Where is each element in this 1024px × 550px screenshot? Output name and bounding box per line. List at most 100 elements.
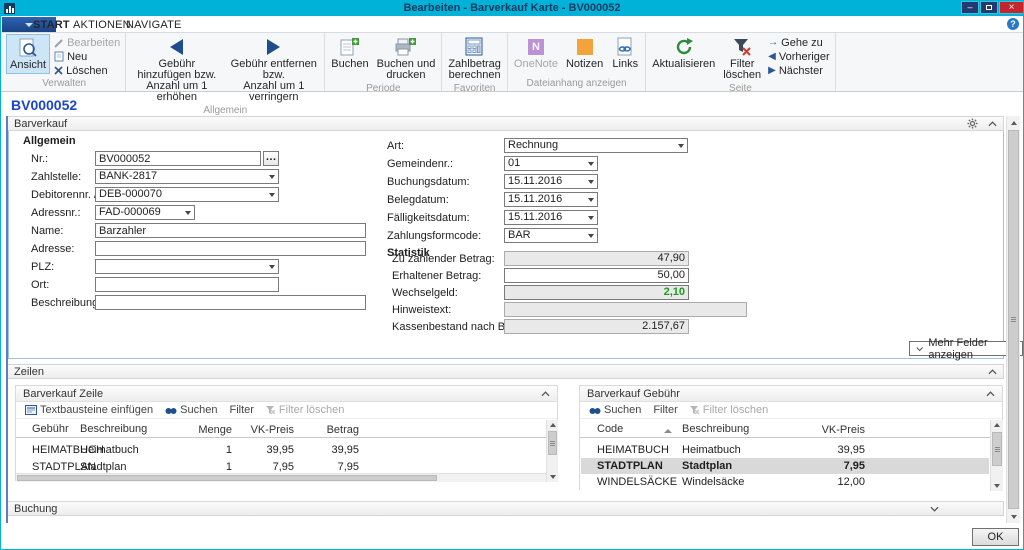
suchen-button[interactable]: Suchen xyxy=(161,404,221,416)
scrollbar-thumb[interactable] xyxy=(1008,130,1019,509)
filter-button[interactable]: Filter xyxy=(225,404,257,416)
ribbon: Ansicht Bearbeiten Neu Löschen xyxy=(1,33,1023,92)
ansicht-button[interactable]: Ansicht xyxy=(6,34,50,74)
onenote-button[interactable]: N OneNote xyxy=(511,34,561,72)
adressnr-combobox[interactable]: FAD-000069 xyxy=(95,205,195,220)
scroll-up-arrow[interactable] xyxy=(547,420,558,430)
ribbon-group-dateianhang: N OneNote Notizen Links Dateianhang anze… xyxy=(508,33,646,91)
name-label: Name: xyxy=(31,224,63,238)
minimize-button[interactable]: – xyxy=(961,1,979,14)
ok-button[interactable]: OK xyxy=(972,528,1019,546)
naechster-button[interactable]: ▶ Nächster xyxy=(766,64,831,77)
column-header-beschreibung[interactable]: Beschreibung xyxy=(682,423,749,435)
collapse-chevron-down-icon[interactable] xyxy=(930,506,939,512)
collapse-chevron-up-icon[interactable] xyxy=(541,391,550,397)
debitor-combobox[interactable]: DEB-000070 xyxy=(95,187,279,202)
name-field[interactable] xyxy=(95,223,366,238)
links-button[interactable]: Links xyxy=(608,34,642,72)
chevron-down-icon xyxy=(584,234,597,238)
vorheriger-button[interactable]: ◀ Vorheriger xyxy=(766,50,831,63)
zahlbetrag-berechnen-button[interactable]: Zahlbetrag berechnen xyxy=(445,34,504,83)
filter-button[interactable]: Filter xyxy=(649,404,681,416)
scrollbar-thumb[interactable] xyxy=(17,475,437,481)
fasttab-barverkauf-header[interactable]: Barverkauf xyxy=(8,116,1004,131)
scrollbar-thumb[interactable] xyxy=(548,431,557,455)
nr-assist-button[interactable]: … xyxy=(263,151,279,166)
table-vertical-scrollbar[interactable] xyxy=(546,420,558,482)
plz-combobox[interactable] xyxy=(95,259,279,274)
gebuehr-entfernen-button[interactable]: Gebühr entfernen bzw. Anzahl um 1 verrin… xyxy=(226,34,321,105)
collapse-chevron-up-icon[interactable] xyxy=(986,391,995,397)
collapse-chevron-up-icon[interactable] xyxy=(988,121,997,127)
gebuehr-hinzufuegen-button[interactable]: Gebühr hinzufügen bzw. Anzahl um 1 erhöh… xyxy=(129,34,224,105)
scroll-up-arrow[interactable] xyxy=(1007,116,1020,129)
textbausteine-einfuegen-button[interactable]: Textbausteine einfügen xyxy=(21,404,157,416)
barverkauf-gebuehr-header[interactable]: Barverkauf Gebühr xyxy=(580,386,1002,402)
chevron-down-icon xyxy=(25,23,33,27)
go-to-arrow-icon: → xyxy=(768,38,778,48)
zahlungsformcode-combobox[interactable]: BAR xyxy=(504,228,598,243)
column-header-betrag[interactable]: Betrag xyxy=(309,423,359,438)
view-magnifier-icon xyxy=(19,37,37,59)
gear-icon[interactable] xyxy=(967,118,978,129)
neu-button[interactable]: Neu xyxy=(52,50,122,63)
column-header-beschreibung[interactable]: Beschreibung xyxy=(80,423,147,435)
gehe-zu-button[interactable]: → Gehe zu xyxy=(766,36,831,49)
column-header-menge[interactable]: Menge xyxy=(182,423,232,438)
plz-label: PLZ: xyxy=(31,260,54,274)
section-buchung-header[interactable]: Buchung xyxy=(8,501,1004,516)
belegdatum-picker[interactable]: 15.11.2016 xyxy=(504,192,598,207)
scroll-down-arrow[interactable] xyxy=(991,481,1003,491)
left-triangle-icon xyxy=(170,36,183,58)
clear-filter-icon xyxy=(690,406,700,415)
wechselgeld-label: Wechselgeld: xyxy=(392,286,458,300)
restore-button[interactable] xyxy=(980,1,998,14)
bearbeiten-button[interactable]: Bearbeiten xyxy=(52,36,122,49)
column-header-gebuehr[interactable]: Gebühr xyxy=(32,423,69,435)
filter-loeschen-button[interactable]: Filter löschen xyxy=(262,404,348,416)
buchen-button[interactable]: Buchen xyxy=(328,34,371,72)
chevron-down-icon xyxy=(584,198,597,202)
table-horizontal-scrollbar[interactable] xyxy=(16,473,546,482)
adresse-field[interactable] xyxy=(95,241,366,256)
barverkauf-zeile-header[interactable]: Barverkauf Zeile xyxy=(16,386,557,402)
buchen-und-drucken-button[interactable]: Buchen und drucken xyxy=(374,34,439,83)
column-header-vk-preis[interactable]: VK-Preis xyxy=(815,423,865,438)
art-combobox[interactable]: Rechnung xyxy=(504,138,688,153)
scroll-down-arrow[interactable] xyxy=(1007,510,1020,523)
faelligkeitsdatum-picker[interactable]: 15.11.2016 xyxy=(504,210,598,225)
tab-aktionen[interactable]: AKTIONEN xyxy=(73,18,131,32)
close-button[interactable]: × xyxy=(999,1,1024,14)
notizen-button[interactable]: Notizen xyxy=(563,34,606,72)
collapse-chevron-up-icon[interactable] xyxy=(988,369,997,375)
suchen-button[interactable]: Suchen xyxy=(585,404,645,416)
sort-ascending-icon xyxy=(664,429,672,433)
column-header-vk-preis[interactable]: VK-Preis xyxy=(244,423,294,438)
section-zeilen-header[interactable]: Zeilen xyxy=(8,364,1004,379)
gemeindenr-combobox[interactable]: 01 xyxy=(504,156,598,171)
beschreibung-field[interactable] xyxy=(95,295,366,310)
help-icon[interactable]: ? xyxy=(1007,18,1019,30)
zahlstelle-combobox[interactable]: BANK-2817 xyxy=(95,169,279,184)
scrollbar-thumb[interactable] xyxy=(992,432,1002,466)
column-header-code[interactable]: Code xyxy=(597,423,623,435)
filter-loeschen-button[interactable]: Filter löschen xyxy=(720,34,764,83)
page-vertical-scrollbar[interactable] xyxy=(1006,116,1020,523)
tab-start[interactable]: START xyxy=(33,18,70,32)
nr-field[interactable] xyxy=(95,151,261,166)
hinweistext-field xyxy=(504,302,747,317)
loeschen-button[interactable]: Löschen xyxy=(52,64,122,77)
filter-loeschen-button[interactable]: Filter löschen xyxy=(686,404,772,416)
erhaltener-betrag-field[interactable]: 50,00 xyxy=(504,268,689,283)
scroll-down-arrow[interactable] xyxy=(547,472,558,482)
buchungsdatum-picker[interactable]: 15.11.2016 xyxy=(504,174,598,189)
faelligkeitsdatum-label: Fälligkeitsdatum: xyxy=(387,211,470,225)
clear-filter-icon xyxy=(733,36,751,58)
page-title: BV000052 xyxy=(11,97,77,113)
tab-navigate[interactable]: NAVIGATE xyxy=(126,18,182,32)
ort-field[interactable] xyxy=(95,277,279,292)
scroll-up-arrow[interactable] xyxy=(991,420,1003,430)
table-vertical-scrollbar[interactable] xyxy=(990,420,1003,491)
aktualisieren-button[interactable]: Aktualisieren xyxy=(649,34,718,72)
kassenbestand-field: 2.157,67 xyxy=(504,319,689,334)
